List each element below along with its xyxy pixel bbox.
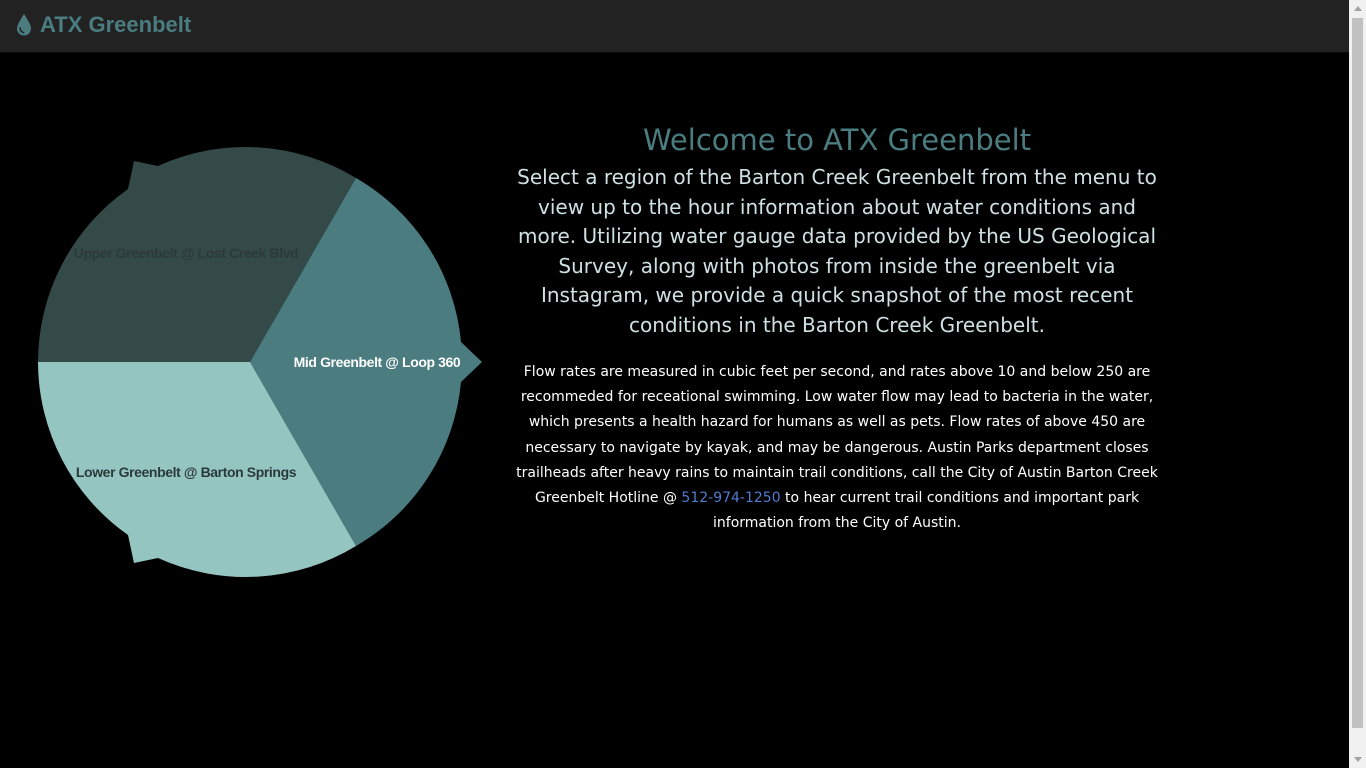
main-content: Welcome to ATX Greenbelt Select a region…: [506, 120, 1168, 536]
navbar: ATX Greenbelt: [0, 0, 1349, 53]
mid-segment-label: Mid Greenbelt @ Loop 360: [294, 354, 461, 370]
intro-text: Select a region of the Barton Creek Gree…: [517, 165, 1157, 337]
hotline-link[interactable]: 512-974-1250: [681, 490, 780, 506]
vertical-scrollbar[interactable]: [1349, 0, 1366, 768]
arrow-up-icon: [1353, 6, 1362, 11]
flow-info-before: Flow rates are measured in cubic feet pe…: [516, 364, 1158, 507]
flow-info-text: Flow rates are measured in cubic feet pe…: [512, 360, 1162, 536]
scroll-down-button[interactable]: [1349, 751, 1366, 768]
region-menu-wheel: Upper Greenbelt @ Lost Creek Blvd Mid Gr…: [38, 147, 482, 577]
brand-title: ATX Greenbelt: [40, 12, 192, 37]
scroll-thumb[interactable]: [1352, 18, 1363, 728]
upper-segment-label: Upper Greenbelt @ Lost Creek Blvd: [74, 245, 299, 261]
scroll-up-button[interactable]: [1349, 0, 1366, 17]
brand-link[interactable]: ATX Greenbelt: [16, 12, 191, 38]
welcome-heading: Welcome to ATX Greenbelt: [642, 123, 1032, 157]
water-drop-icon: [17, 14, 31, 36]
arrow-down-icon: [1353, 757, 1362, 762]
lower-segment-label: Lower Greenbelt @ Barton Springs: [76, 464, 297, 480]
